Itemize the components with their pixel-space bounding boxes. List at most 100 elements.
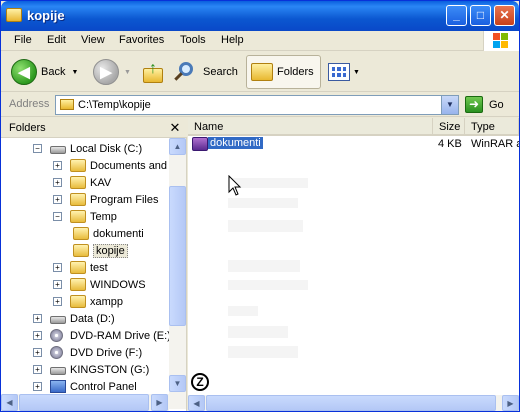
tree-item-label: Local Disk (C:) xyxy=(70,142,143,155)
ghost-artifact xyxy=(228,198,298,208)
folders-horizontal-scrollbar[interactable]: ◀ ▶ xyxy=(1,394,169,411)
scrollbar-thumb[interactable] xyxy=(19,394,149,411)
views-button[interactable]: ▼ xyxy=(328,55,360,89)
mouse-cursor-icon xyxy=(228,175,242,196)
tree-item[interactable]: + Control Panel xyxy=(33,378,137,395)
tree-item[interactable]: + KINGSTON (G:) xyxy=(33,361,149,378)
disc-icon xyxy=(50,346,63,359)
tree-item[interactable]: kopije xyxy=(73,242,128,259)
scroll-right-arrow-icon[interactable]: ▶ xyxy=(151,394,168,411)
collapse-icon[interactable]: − xyxy=(53,212,62,221)
scroll-right-arrow-icon[interactable]: ▶ xyxy=(502,395,519,411)
address-dropdown-button[interactable]: ▼ xyxy=(441,96,458,114)
disc-icon xyxy=(50,329,63,342)
search-button[interactable]: Search xyxy=(173,55,238,89)
close-button[interactable]: ✕ xyxy=(494,5,515,26)
folder-icon xyxy=(73,227,89,240)
menu-favorites[interactable]: Favorites xyxy=(119,34,164,46)
expand-icon[interactable]: + xyxy=(33,348,42,357)
menu-tools[interactable]: Tools xyxy=(180,34,206,46)
go-button[interactable]: ➜ Go xyxy=(465,96,504,113)
tree-item[interactable]: dokumenti xyxy=(73,225,144,242)
expand-icon[interactable]: + xyxy=(33,314,42,323)
folder-icon xyxy=(73,244,89,257)
column-header-name[interactable]: Name xyxy=(188,118,433,136)
tree-item-label: Program Files xyxy=(90,193,159,206)
expand-icon[interactable]: + xyxy=(53,195,62,204)
windows-flag-icon xyxy=(493,33,509,49)
menu-help[interactable]: Help xyxy=(221,34,244,46)
address-input[interactable]: C:\Temp\kopije ▼ xyxy=(55,95,459,115)
folder-icon xyxy=(70,278,86,291)
folders-label: Folders xyxy=(277,66,314,78)
forward-button[interactable]: ▶ ▼ xyxy=(93,55,131,89)
tree-item[interactable]: + WINDOWS xyxy=(53,276,146,293)
expand-icon[interactable]: + xyxy=(33,365,42,374)
maximize-button[interactable]: □ xyxy=(470,5,491,26)
tree-item-label: test xyxy=(90,261,108,274)
expand-icon[interactable]: + xyxy=(53,297,62,306)
expand-icon[interactable]: + xyxy=(53,280,62,289)
tree-item[interactable]: − Local Disk (C:) xyxy=(33,140,142,157)
tree-item[interactable]: + DVD-RAM Drive (E:) xyxy=(33,327,171,344)
tree-item-label: Temp xyxy=(90,210,117,223)
expand-icon[interactable]: + xyxy=(53,161,62,170)
folder-icon xyxy=(70,295,86,308)
tree-item-label: Control Panel xyxy=(70,380,137,393)
windows-logo xyxy=(483,31,519,51)
back-arrow-icon: ◀ xyxy=(11,59,37,85)
expand-icon[interactable]: + xyxy=(33,331,42,340)
file-row[interactable]: dokumenti 4 KB WinRAR a xyxy=(188,136,519,153)
column-header-type[interactable]: Type xyxy=(465,118,519,136)
window-title: kopije xyxy=(27,8,65,23)
expand-icon[interactable]: + xyxy=(33,382,42,391)
scroll-down-arrow-icon[interactable]: ▼ xyxy=(169,375,186,392)
close-icon[interactable]: ✕ xyxy=(167,120,183,136)
menu-file[interactable]: File xyxy=(14,34,32,46)
tree-item[interactable]: + Data (D:) xyxy=(33,310,115,327)
minimize-button[interactable]: _ xyxy=(446,5,467,26)
collapse-icon[interactable]: − xyxy=(33,144,42,153)
scrollbar-thumb[interactable] xyxy=(206,395,496,411)
scrollbar-thumb[interactable] xyxy=(169,186,186,326)
tree-item[interactable]: + DVD Drive (F:) xyxy=(33,344,142,361)
toolbar: ◀ Back ▼ ▶ ▼ ↑ Search Folders ▼ xyxy=(1,52,519,92)
folders-pane-title: Folders xyxy=(9,122,46,134)
column-header-size[interactable]: Size xyxy=(433,118,465,136)
menu-view[interactable]: View xyxy=(81,34,105,46)
tree-item[interactable]: + test xyxy=(53,259,108,276)
tree-item[interactable]: + Program Files xyxy=(53,191,158,208)
folders-button[interactable]: Folders xyxy=(246,55,321,89)
tree-item[interactable]: + KAV xyxy=(53,174,111,191)
address-label: Address xyxy=(9,98,50,110)
ghost-artifact xyxy=(228,306,258,316)
folder-icon xyxy=(251,63,273,81)
ghost-artifact xyxy=(228,346,298,358)
tree-item[interactable]: + xampp xyxy=(53,293,123,310)
expand-icon[interactable]: + xyxy=(53,263,62,272)
scroll-up-arrow-icon[interactable]: ▲ xyxy=(169,138,186,155)
scroll-left-arrow-icon[interactable]: ◀ xyxy=(188,395,205,411)
back-button[interactable]: ◀ Back ▼ xyxy=(11,55,78,89)
zz-overlay-icon: Z xyxy=(191,373,209,391)
up-folder-button[interactable]: ↑ xyxy=(141,55,165,89)
file-list-horizontal-scrollbar[interactable]: ◀ ▶ xyxy=(188,395,519,411)
folder-icon xyxy=(60,99,74,110)
menu-edit[interactable]: Edit xyxy=(47,34,66,46)
tree-item-label: kopije xyxy=(93,243,128,258)
folders-pane: Folders ✕ − Local Disk (C:) + Documents and… xyxy=(1,118,187,411)
tree-item-label: DVD Drive (F:) xyxy=(70,346,143,359)
tree-item[interactable]: + Documents and S xyxy=(53,157,177,174)
tree-item[interactable]: − Temp xyxy=(53,208,117,225)
expand-icon[interactable]: + xyxy=(53,178,62,187)
folders-vertical-scrollbar[interactable]: ▲ ▼ xyxy=(169,138,186,409)
control-panel-icon xyxy=(50,380,66,393)
file-type: WinRAR a xyxy=(471,138,520,150)
tree-item-label: Data (D:) xyxy=(70,312,115,325)
tree-item-label: DVD-RAM Drive (E:) xyxy=(70,329,171,342)
tree-item-label: KINGSTON (G:) xyxy=(70,363,150,376)
file-size: 4 KB xyxy=(438,138,462,150)
tree-item-label: xampp xyxy=(90,295,124,308)
title-bar[interactable]: kopije _ □ ✕ xyxy=(1,1,519,31)
scroll-left-arrow-icon[interactable]: ◀ xyxy=(1,394,18,411)
